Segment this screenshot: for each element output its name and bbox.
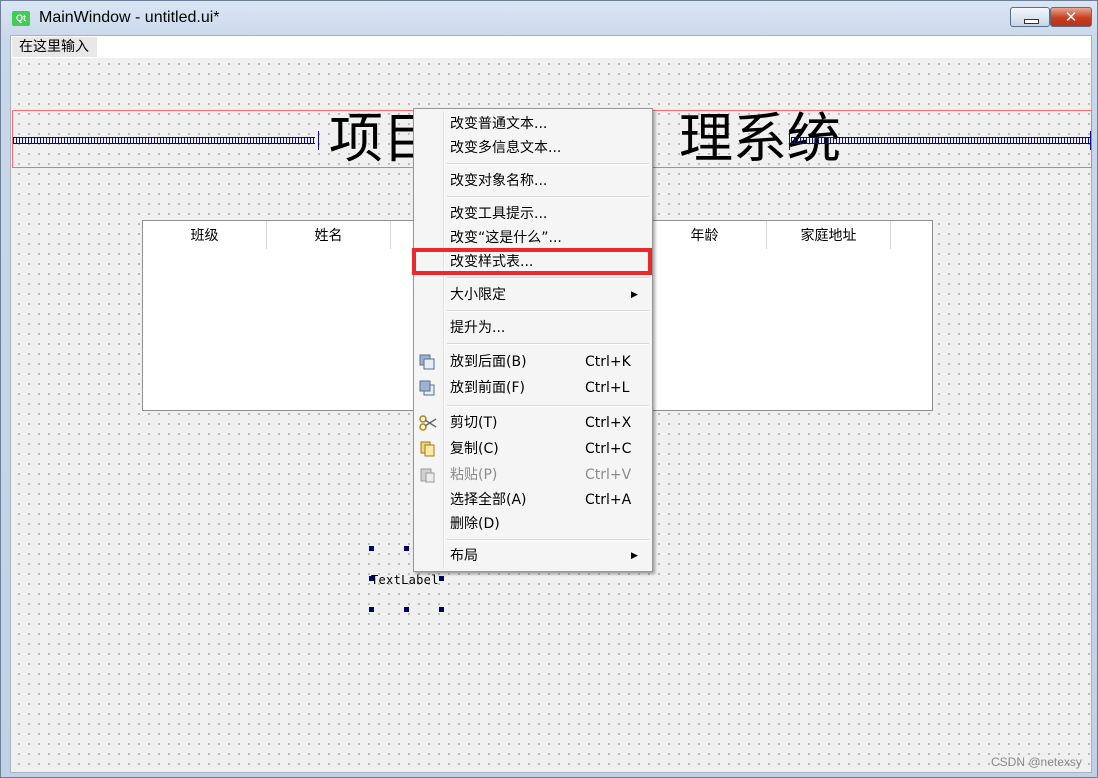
menu-item-label: 提升为... (450, 320, 506, 336)
scissors-icon (419, 415, 437, 431)
menu-item-label: 改变“这是什么”... (450, 230, 562, 246)
horizontal-spacer-right[interactable] (791, 137, 1091, 144)
resize-handle-br[interactable] (439, 607, 444, 612)
menu-item-change-tooltip[interactable]: 改变工具提示... (414, 202, 652, 226)
menu-item-layout[interactable]: 布局 ▶ (414, 544, 652, 568)
menu-item-label: 选择全部(A) (450, 492, 527, 508)
menu-separator (447, 405, 649, 407)
menu-item-copy[interactable]: 复制(C) Ctrl+C (414, 437, 652, 461)
menu-item-change-whats-this[interactable]: 改变“这是什么”... (414, 226, 652, 250)
menu-separator (447, 343, 649, 345)
menu-item-change-object-name[interactable]: 改变对象名称... (414, 169, 652, 193)
menu-item-delete[interactable]: 删除(D) (414, 512, 652, 536)
qt-logo-icon: Qt (12, 11, 30, 26)
menu-type-here-placeholder[interactable]: 在这里输入 (12, 37, 97, 57)
menu-separator (447, 539, 649, 541)
spacer-cap-right (789, 131, 790, 150)
menu-item-shortcut: Ctrl+C (585, 441, 632, 457)
resize-handle-r[interactable] (439, 576, 444, 581)
menu-bar: 在这里输入 (11, 36, 1091, 58)
horizontal-spacer-left[interactable] (13, 137, 315, 144)
title-bar[interactable]: Qt MainWindow - untitled.ui* ✕ (1, 1, 1097, 35)
menu-item-label: 剪切(T) (450, 415, 498, 431)
menu-item-label: 改变工具提示... (450, 206, 548, 222)
menu-item-change-text[interactable]: 改变普通文本... (414, 112, 652, 136)
window-title: MainWindow - untitled.ui* (39, 9, 220, 26)
table-header-age[interactable]: 年龄 (643, 221, 767, 249)
menu-separator (447, 163, 649, 165)
menu-item-shortcut: Ctrl+L (585, 380, 630, 396)
menu-item-label: 复制(C) (450, 441, 499, 457)
menu-item-label: 改变对象名称... (450, 173, 548, 189)
send-to-back-icon (419, 354, 435, 370)
menu-separator (447, 196, 649, 198)
menu-separator (447, 277, 649, 279)
table-header-class[interactable]: 班级 (143, 221, 267, 249)
menu-item-bring-to-front[interactable]: 放到前面(F) Ctrl+L (414, 376, 652, 400)
submenu-arrow-icon: ▶ (631, 551, 638, 561)
resize-handle-l[interactable] (369, 576, 374, 581)
menu-item-send-to-back[interactable]: 放到后面(B) Ctrl+K (414, 350, 652, 374)
bring-to-front-icon (419, 380, 435, 396)
menu-item-paste[interactable]: 粘贴(P) Ctrl+V (414, 463, 652, 487)
watermark: CSDN @netexsy (991, 755, 1082, 769)
resize-handle-t[interactable] (404, 546, 409, 551)
menu-item-label: 粘贴(P) (450, 467, 498, 483)
spacer-cap-end (1090, 131, 1091, 150)
menu-item-cut[interactable]: 剪切(T) Ctrl+X (414, 411, 652, 435)
resize-handle-bl[interactable] (369, 607, 374, 612)
menu-item-label: 布局 (450, 548, 478, 564)
menu-item-shortcut: Ctrl+A (585, 492, 632, 508)
menu-item-shortcut: Ctrl+V (585, 467, 632, 483)
table-header-name[interactable]: 姓名 (267, 221, 391, 249)
menu-item-label: 删除(D) (450, 516, 500, 532)
annotation-highlight-box (412, 248, 652, 275)
menu-item-size-constraints[interactable]: 大小限定 ▶ (414, 283, 652, 307)
text-label-widget[interactable]: TextLabel (371, 573, 439, 587)
table-header-address[interactable]: 家庭地址 (767, 221, 891, 249)
menu-item-label: 改变多信息文本... (450, 140, 562, 156)
menu-item-label: 放到前面(F) (450, 380, 525, 396)
paste-icon (419, 467, 435, 483)
copy-icon (419, 441, 435, 457)
menu-item-shortcut: Ctrl+X (585, 415, 632, 431)
close-button[interactable]: ✕ (1050, 7, 1092, 27)
menu-item-label: 大小限定 (450, 287, 506, 303)
menu-separator (447, 310, 649, 312)
resize-handle-tl[interactable] (369, 546, 374, 551)
menu-item-select-all[interactable]: 选择全部(A) Ctrl+A (414, 488, 652, 512)
menu-item-label: 改变普通文本... (450, 116, 548, 132)
submenu-arrow-icon: ▶ (631, 290, 638, 300)
menu-item-shortcut: Ctrl+K (585, 354, 631, 370)
minimize-button[interactable] (1010, 7, 1050, 27)
resize-handle-b[interactable] (404, 607, 409, 612)
spacer-cap-left (318, 131, 319, 150)
menu-item-promote-to[interactable]: 提升为... (414, 316, 652, 340)
context-menu: 改变普通文本... 改变多信息文本... 改变对象名称... 改变工具提示...… (413, 108, 653, 572)
menu-item-label: 放到后面(B) (450, 354, 527, 370)
menu-item-change-rich-text[interactable]: 改变多信息文本... (414, 136, 652, 160)
